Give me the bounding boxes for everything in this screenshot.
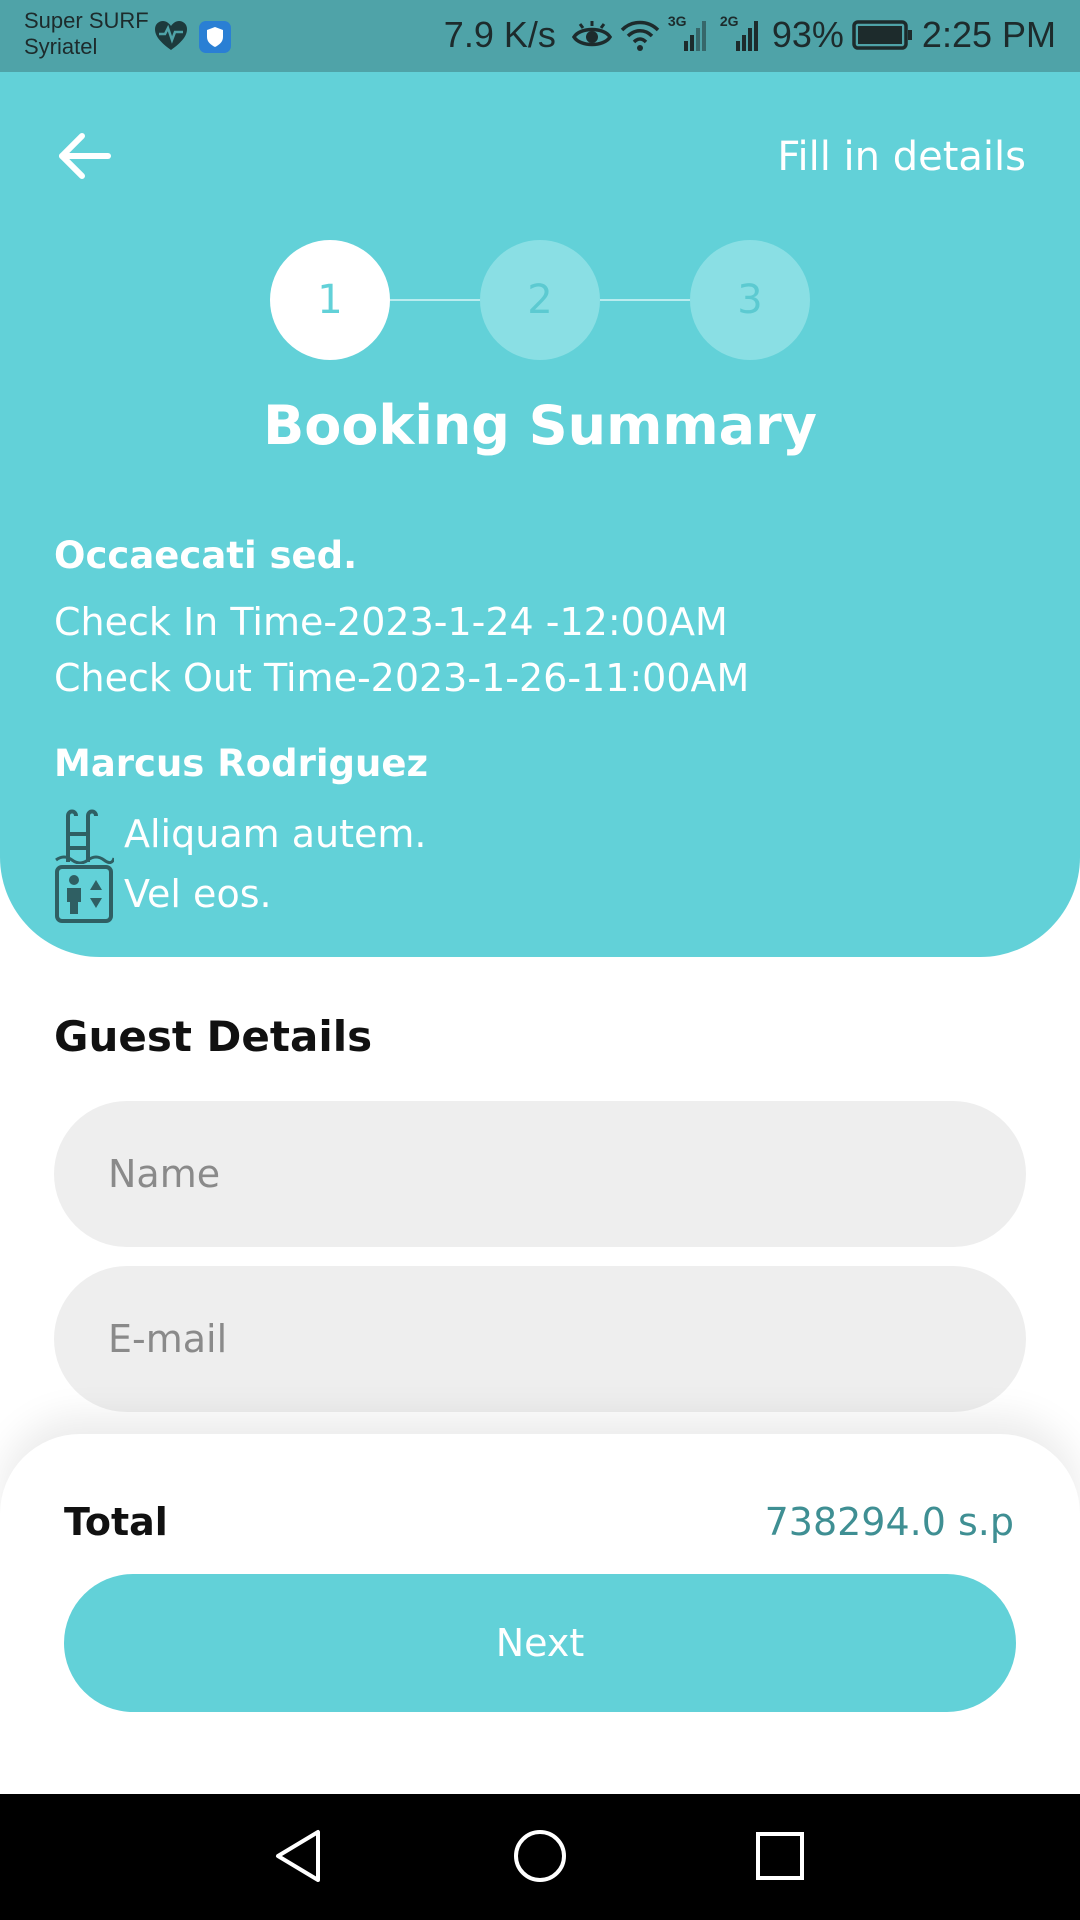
- amenity-item: Aliquam autem.: [54, 804, 426, 864]
- network-speed: 7.9 K/s: [443, 14, 556, 55]
- shield-icon: [199, 21, 231, 53]
- nav-back-icon[interactable]: [268, 1824, 332, 1888]
- step-3: 3: [690, 240, 810, 360]
- progress-stepper: 1 2 3: [270, 240, 810, 360]
- step-connector: [390, 299, 480, 301]
- total-label: Total: [64, 1500, 168, 1544]
- amenity-label: Aliquam autem.: [124, 812, 427, 856]
- wifi-icon: [620, 20, 660, 51]
- check-in-time: Check In Time-2023-1-24 -12:00AM: [54, 600, 728, 644]
- booking-summary-title: Booking Summary: [263, 394, 817, 457]
- battery-percent: 93%: [771, 14, 844, 55]
- check-out-time: Check Out Time-2023-1-26-11:00AM: [54, 656, 750, 700]
- nav-recents-icon[interactable]: [748, 1824, 812, 1888]
- nav-home-icon[interactable]: [508, 1824, 572, 1888]
- health-heart-icon: [155, 21, 187, 50]
- amenity-item: Vel eos.: [54, 864, 272, 924]
- network-type-2: 2G: [719, 13, 739, 29]
- pool-icon: [55, 809, 114, 864]
- step-1: 1: [270, 240, 390, 360]
- booking-summary-panel: Fill in details 1 2 3 Booking Summary Oc…: [0, 72, 1080, 957]
- back-arrow-icon[interactable]: [56, 128, 112, 184]
- next-button[interactable]: Next: [64, 1574, 1016, 1712]
- guest-name: Marcus Rodriguez: [54, 742, 428, 785]
- carrier-info: Super SURF Syriatel: [24, 8, 149, 60]
- page-title: Fill in details: [777, 134, 1026, 180]
- notification-icons: [154, 20, 232, 54]
- status-bar: Super SURF Syriatel 7.9 K/s 3G 2G 93% 2:…: [0, 0, 1080, 72]
- name-input[interactable]: [54, 1101, 1026, 1247]
- battery-icon: [852, 20, 912, 50]
- amenity-label: Vel eos.: [124, 872, 272, 916]
- carrier-line1: Super SURF: [24, 8, 149, 33]
- eye-comfort-icon: [571, 21, 612, 47]
- elevator-icon: [55, 865, 113, 923]
- total-price: 738294.0 s.p: [764, 1500, 1014, 1544]
- signal-3g: 3G: [668, 13, 712, 53]
- system-status: 7.9 K/s 3G 2G 93% 2:25 PM: [443, 13, 1056, 56]
- checkout-sheet: Total 738294.0 s.p Next: [0, 1434, 1080, 1794]
- network-type-1: 3G: [667, 13, 687, 29]
- clock: 2:25 PM: [921, 14, 1056, 55]
- guest-details-heading: Guest Details: [54, 1012, 373, 1061]
- hotel-name: Occaecati sed.: [54, 534, 358, 577]
- step-2: 2: [480, 240, 600, 360]
- carrier-line2: Syriatel: [24, 34, 98, 59]
- step-connector: [600, 299, 690, 301]
- signal-2g: 2G: [720, 13, 764, 53]
- system-navigation-bar: [0, 1794, 1080, 1920]
- email-input[interactable]: [54, 1266, 1026, 1412]
